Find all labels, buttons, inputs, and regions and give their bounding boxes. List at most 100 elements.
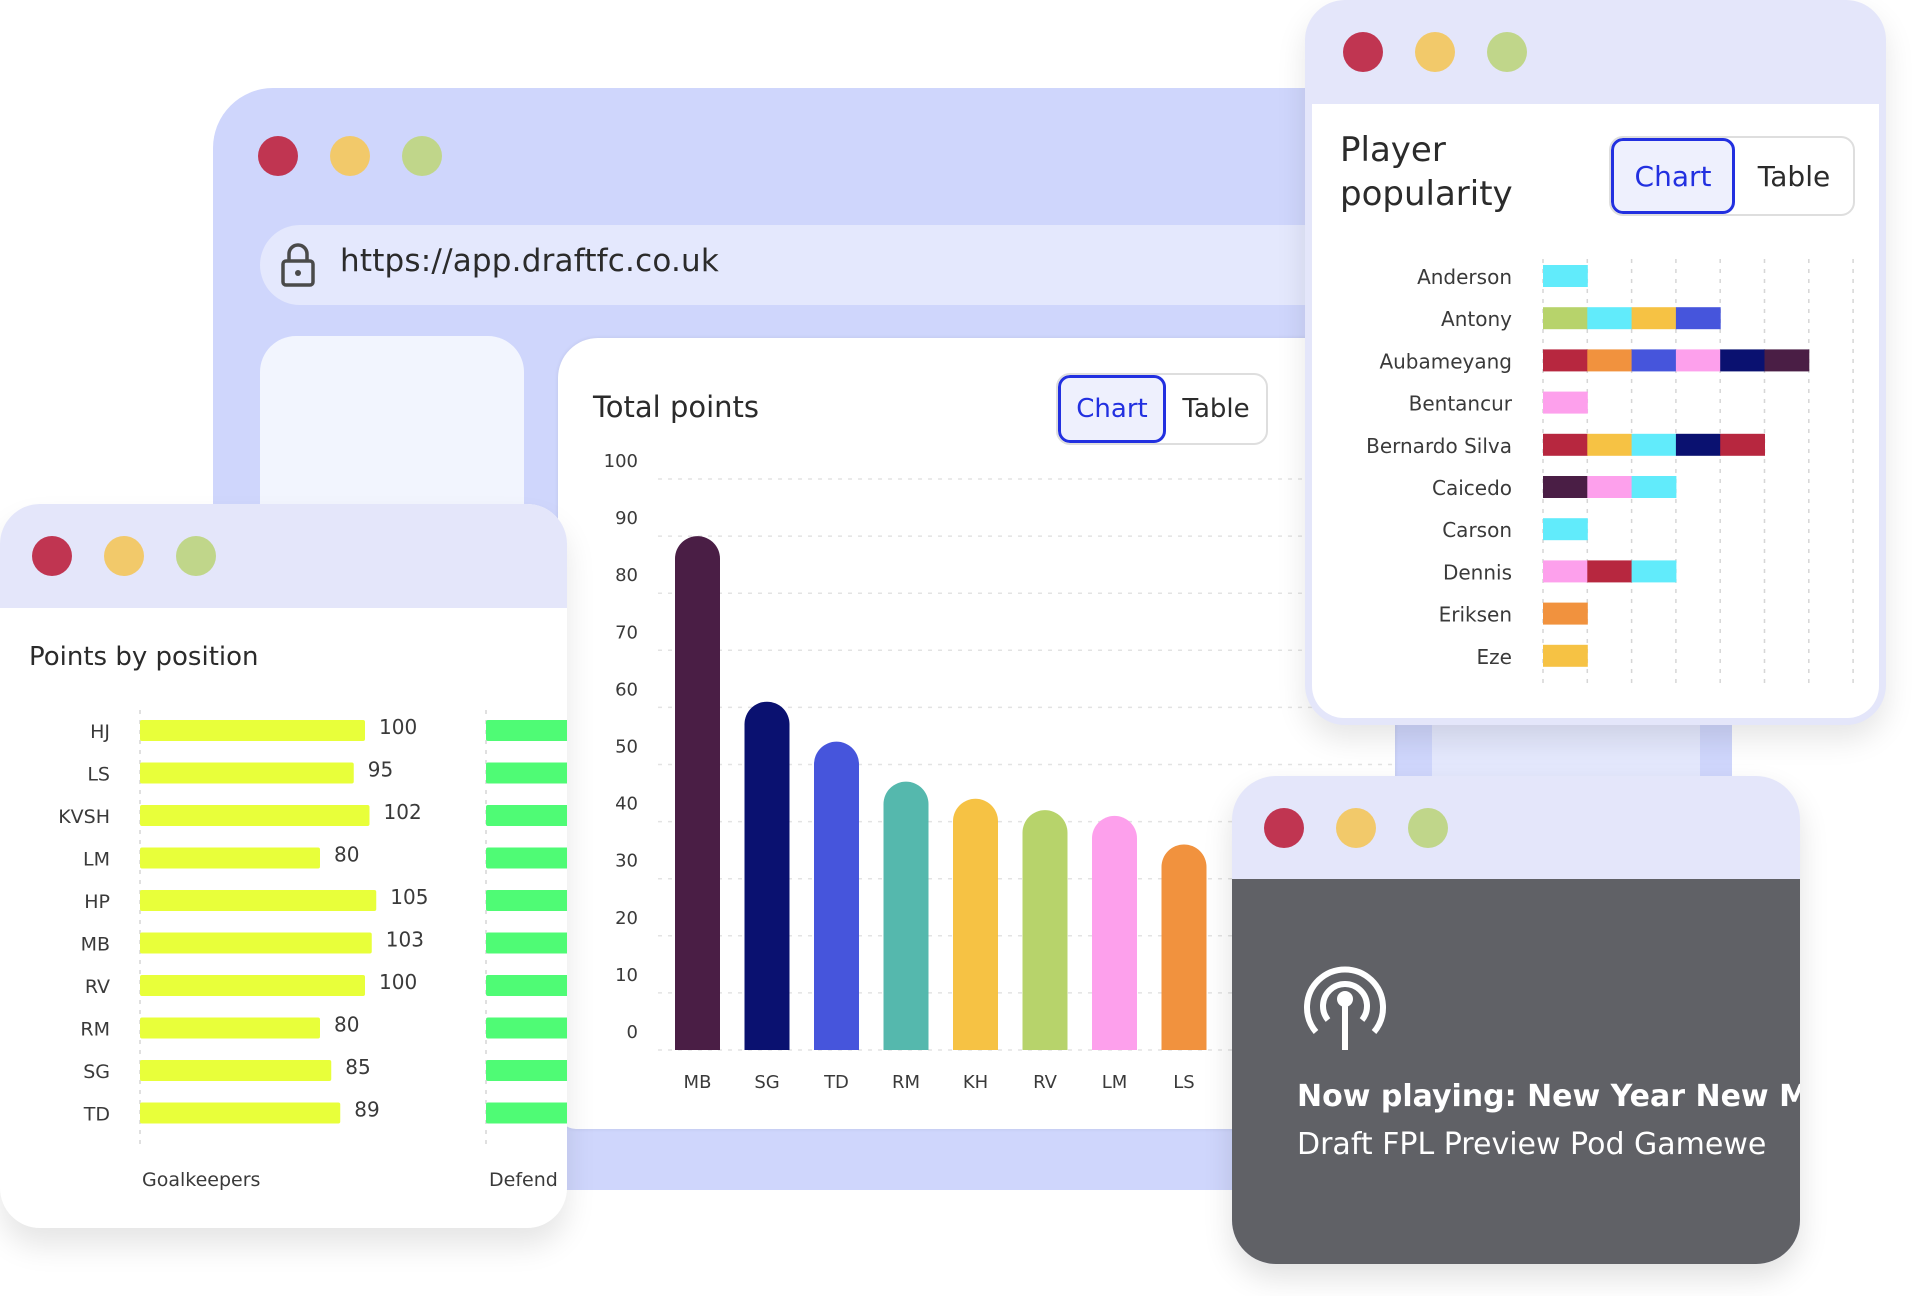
goalkeeper-bar xyxy=(140,932,372,954)
bar-value-label: 95 xyxy=(368,758,393,782)
position-label: TD xyxy=(83,1104,110,1126)
position-label: MB xyxy=(81,934,110,956)
close-window-button[interactable] xyxy=(258,136,298,176)
player-label: Carson xyxy=(1442,518,1512,542)
y-tick-label: 80 xyxy=(615,565,638,586)
goalkeeper-bar xyxy=(140,890,377,911)
position-label: KVSH xyxy=(58,806,110,828)
x-tick-label: TD xyxy=(823,1072,849,1093)
defender-bar xyxy=(486,805,567,826)
player-popularity-chart: Anderson Antony Aubameyang Bentancur Bernard… xyxy=(1366,259,1854,684)
position-label: LS xyxy=(87,764,110,786)
bar-value-label: 100 xyxy=(379,715,417,739)
popularity-segment xyxy=(1543,391,1588,414)
y-tick-label: 60 xyxy=(615,679,638,700)
goalkeeper-bar xyxy=(140,1017,320,1039)
close-window-button[interactable] xyxy=(1264,808,1304,848)
popularity-segment xyxy=(1631,307,1677,330)
url-text: https://app.draftfc.co.uk xyxy=(340,243,719,279)
popularity-segment xyxy=(1675,349,1721,372)
defender-bar xyxy=(486,1060,567,1081)
bar-lm xyxy=(1092,815,1137,1050)
bar-value-label: 100 xyxy=(379,970,417,994)
points-by-position-window: Points by position HJ 100 LS 95 KVSH 102 LM 80 H… xyxy=(0,504,567,1228)
goalkeeper-bar xyxy=(140,720,365,741)
maximize-window-button[interactable] xyxy=(1408,808,1448,848)
x-tick-label: LS xyxy=(1173,1072,1194,1093)
y-tick-label: 40 xyxy=(615,794,638,815)
popularity-segment xyxy=(1587,560,1633,583)
goalkeeper-bar xyxy=(140,847,320,869)
maximize-window-button[interactable] xyxy=(402,136,442,176)
podcast-icon xyxy=(1304,966,1386,1050)
popularity-segment xyxy=(1587,476,1633,498)
defender-bar xyxy=(486,847,567,869)
popularity-segment xyxy=(1543,476,1588,498)
y-tick-label: 100 xyxy=(604,451,638,472)
y-tick-label: 10 xyxy=(615,965,638,986)
popularity-segment xyxy=(1675,433,1721,456)
popularity-segment xyxy=(1675,307,1721,330)
defender-bar xyxy=(486,1102,567,1124)
position-label: HP xyxy=(84,891,110,913)
x-tick-label: RV xyxy=(1033,1072,1058,1093)
y-tick-label: 30 xyxy=(615,851,638,872)
x-tick-label: KH xyxy=(963,1072,988,1093)
popularity-segment xyxy=(1543,644,1588,667)
popularity-segment xyxy=(1764,349,1810,372)
goalkeeper-bar xyxy=(140,762,354,784)
popularity-segment xyxy=(1631,476,1677,498)
player-label: Antony xyxy=(1441,307,1512,331)
bar-value-label: 102 xyxy=(384,800,422,824)
bar-value-label: 103 xyxy=(386,928,424,952)
position-label: RM xyxy=(80,1019,110,1041)
bar-rv xyxy=(1022,810,1068,1050)
x-tick-label: RM xyxy=(892,1072,920,1093)
x-tick-label: SG xyxy=(754,1072,779,1093)
now-playing-title: Now playing: New Year New M xyxy=(1297,1079,1800,1114)
bar-value-label: 89 xyxy=(354,1098,379,1122)
bar-mb xyxy=(675,536,720,1050)
y-tick-label: 90 xyxy=(615,508,638,529)
series-label-defenders: Defend xyxy=(489,1169,558,1191)
minimize-window-button[interactable] xyxy=(330,136,370,176)
minimize-window-button[interactable] xyxy=(1415,32,1455,72)
popularity-segment xyxy=(1543,518,1588,541)
maximize-window-button[interactable] xyxy=(176,536,216,576)
window-titlebar xyxy=(0,504,567,608)
minimize-window-button[interactable] xyxy=(1336,808,1376,848)
popularity-segment xyxy=(1543,602,1588,625)
player-label: Bentancur xyxy=(1409,392,1513,416)
popularity-segment xyxy=(1720,349,1765,372)
player-label: Aubameyang xyxy=(1379,349,1512,373)
maximize-window-button[interactable] xyxy=(1487,32,1527,72)
position-label: LM xyxy=(83,849,110,871)
defender-bar xyxy=(486,890,567,911)
close-window-button[interactable] xyxy=(32,536,72,576)
minimize-window-button[interactable] xyxy=(104,536,144,576)
position-label: HJ xyxy=(90,721,110,743)
popularity-segment xyxy=(1631,433,1677,456)
x-tick-label: LM xyxy=(1102,1072,1128,1093)
player-label: Dennis xyxy=(1443,560,1512,584)
popularity-segment xyxy=(1631,349,1677,372)
popularity-segment xyxy=(1543,265,1588,287)
defender-bar xyxy=(486,762,567,784)
popularity-segment xyxy=(1543,433,1588,456)
popularity-segment xyxy=(1543,307,1588,330)
bar-sg xyxy=(744,701,790,1050)
now-playing-subtitle: Draft FPL Preview Pod Gamewe xyxy=(1297,1127,1767,1162)
player-label: Bernardo Silva xyxy=(1366,434,1512,458)
close-window-button[interactable] xyxy=(1343,32,1383,72)
defender-bar xyxy=(486,932,567,954)
player-label: Anderson xyxy=(1417,265,1512,289)
y-tick-label: 50 xyxy=(615,737,638,758)
popularity-segment xyxy=(1720,433,1765,456)
y-tick-label: 70 xyxy=(615,622,638,643)
bar-value-label: 80 xyxy=(334,1013,359,1037)
now-playing-body[interactable]: Now playing: New Year New M Draft FPL Pr… xyxy=(1232,879,1800,1264)
popularity-segment xyxy=(1543,349,1588,372)
y-tick-label: 20 xyxy=(615,908,638,929)
x-tick-label: MB xyxy=(684,1072,712,1093)
player-label: Caicedo xyxy=(1432,476,1512,500)
